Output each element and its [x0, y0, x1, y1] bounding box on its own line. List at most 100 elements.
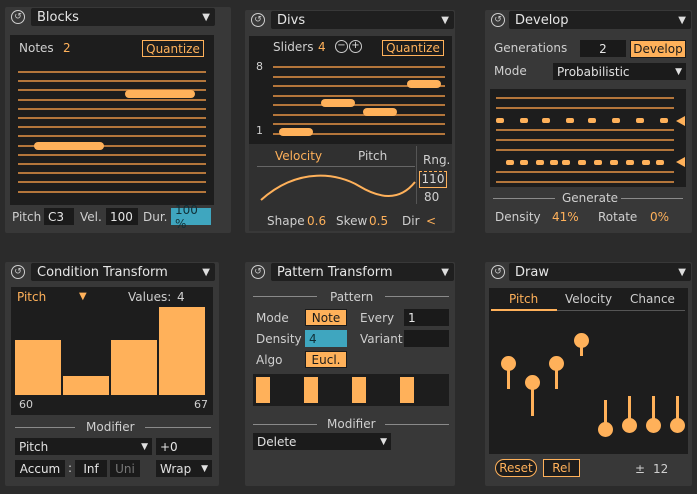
generated-step — [562, 160, 570, 165]
pattern-step[interactable] — [352, 377, 366, 403]
quantize-button[interactable]: Quantize — [142, 40, 204, 57]
device-select[interactable]: Pattern Transform ▼ — [271, 263, 454, 281]
rotate-value[interactable]: 0% — [650, 210, 669, 224]
plus-minus-value[interactable]: 12 — [653, 462, 668, 476]
grid-line — [18, 153, 206, 156]
draw-slider-handle[interactable] — [597, 422, 613, 437]
plus-minus-label: ± — [635, 462, 646, 476]
velocity-field[interactable]: 100 — [106, 208, 138, 225]
range-low-value[interactable]: 80 — [424, 190, 439, 204]
draw-slider-handle[interactable] — [501, 356, 516, 371]
modifier-label: Modifier — [327, 417, 376, 431]
dropdown-arrow-icon: ▼ — [380, 436, 387, 447]
generations-field[interactable]: 2 — [580, 40, 626, 57]
modifier-target-select[interactable]: Pitch ▼ — [15, 438, 152, 455]
algo-label: Algo — [256, 353, 283, 367]
grid-line — [496, 129, 674, 131]
generated-step — [550, 160, 558, 165]
pattern-divider-right — [385, 296, 449, 297]
notes-value[interactable]: 2 — [63, 41, 71, 55]
pattern-step[interactable] — [304, 377, 318, 403]
mode-select[interactable]: Probabilistic ▼ — [553, 63, 686, 80]
value-bar[interactable] — [15, 340, 61, 395]
tab-pitch[interactable]: Pitch — [509, 292, 538, 306]
inf-button[interactable]: Inf — [75, 460, 107, 477]
device-name: Condition Transform — [37, 264, 168, 280]
value-bar[interactable] — [159, 307, 205, 395]
device-select[interactable]: Condition Transform ▼ — [31, 263, 215, 281]
power-icon[interactable]: ↺ — [491, 13, 505, 27]
draw-slider-handle[interactable] — [525, 375, 541, 390]
range-high-field[interactable]: 110 — [419, 171, 447, 188]
accum-button[interactable]: Accum — [15, 460, 65, 477]
shape-value[interactable]: 0.6 — [307, 214, 326, 228]
pattern-divider-left — [253, 296, 317, 297]
param-select[interactable]: Pitch ▼ — [17, 290, 97, 305]
uni-button[interactable]: Uni — [110, 460, 140, 477]
wrap-select[interactable]: Wrap ▼ — [156, 460, 212, 477]
modifier-select[interactable]: Delete ▼ — [253, 433, 391, 450]
div-slider[interactable] — [363, 108, 397, 116]
device-select[interactable]: Divs ▼ — [271, 11, 454, 29]
duration-field[interactable]: 100 % — [171, 203, 211, 231]
value-bar[interactable] — [63, 376, 109, 395]
device-select[interactable]: Blocks ▼ — [31, 8, 215, 26]
param-value: Pitch — [17, 290, 47, 304]
tab-pitch[interactable]: Pitch — [358, 149, 387, 163]
power-icon[interactable]: ↺ — [11, 10, 25, 24]
power-icon[interactable]: ↺ — [251, 13, 265, 27]
blocks-grid-panel[interactable]: Notes 2 Quantize — [10, 35, 214, 205]
device-name: Pattern Transform — [277, 264, 393, 280]
rel-button[interactable]: Rel — [543, 459, 580, 477]
draw-slider-handle[interactable] — [573, 333, 589, 348]
div-slider[interactable] — [321, 99, 355, 107]
device-name: Divs — [277, 12, 306, 28]
every-field[interactable]: 1 — [404, 309, 449, 326]
pitch-field[interactable]: C3 — [44, 208, 74, 225]
pattern-step-display[interactable] — [253, 374, 449, 406]
skew-value[interactable]: 0.5 — [369, 214, 388, 228]
increment-button[interactable]: + — [349, 40, 362, 53]
algo-button[interactable]: Eucl. — [305, 351, 347, 368]
draw-slider-handle[interactable] — [670, 418, 686, 433]
sliders-value[interactable]: 4 — [318, 40, 326, 54]
tab-velocity[interactable]: Velocity — [275, 149, 322, 163]
modifier-amount-field[interactable]: +0 — [156, 438, 212, 455]
values-count[interactable]: 4 — [177, 290, 185, 304]
pattern-step[interactable] — [400, 377, 414, 403]
dir-value[interactable]: < — [426, 214, 436, 228]
develop-button[interactable]: Develop — [630, 40, 686, 58]
div-slider[interactable] — [279, 128, 313, 136]
tab-velocity[interactable]: Velocity — [565, 292, 612, 306]
accum-separator: : — [68, 461, 73, 475]
draw-slider-handle[interactable] — [622, 418, 637, 433]
condition-title-bar: ↺ Condition Transform ▼ — [5, 262, 219, 282]
power-icon[interactable]: ↺ — [491, 265, 505, 279]
density-field[interactable]: 4 — [305, 330, 347, 347]
dropdown-arrow-icon: ▼ — [678, 266, 686, 278]
notes-label: Notes — [19, 41, 54, 55]
velocity-curve[interactable] — [259, 172, 417, 204]
note-block[interactable] — [125, 90, 195, 98]
generated-step — [656, 160, 664, 165]
tab-chance[interactable]: Chance — [630, 292, 675, 306]
divs-slider-panel[interactable]: Sliders 4 − + Quantize 8 1 — [249, 36, 452, 144]
density-value[interactable]: 41% — [552, 210, 579, 224]
device-select[interactable]: Develop ▼ — [509, 11, 691, 29]
power-icon[interactable]: ↺ — [11, 265, 25, 279]
pattern-step[interactable] — [256, 377, 270, 403]
value-bar[interactable] — [111, 340, 157, 395]
reset-button[interactable]: Reset — [495, 459, 537, 477]
develop-device: ↺ Develop ▼ Generations 2 Develop Mode Pr… — [485, 10, 692, 233]
power-icon[interactable]: ↺ — [251, 265, 265, 279]
div-slider[interactable] — [407, 80, 441, 88]
device-select[interactable]: Draw ▼ — [509, 263, 691, 281]
density-label: Density — [495, 210, 541, 224]
variant-field[interactable] — [404, 330, 449, 347]
draw-slider-handle[interactable] — [646, 418, 662, 433]
decrement-button[interactable]: − — [335, 40, 348, 53]
draw-slider-handle[interactable] — [549, 356, 565, 371]
quantize-button[interactable]: Quantize — [382, 40, 444, 56]
note-block[interactable] — [34, 142, 104, 150]
mode-button[interactable]: Note — [305, 309, 347, 326]
